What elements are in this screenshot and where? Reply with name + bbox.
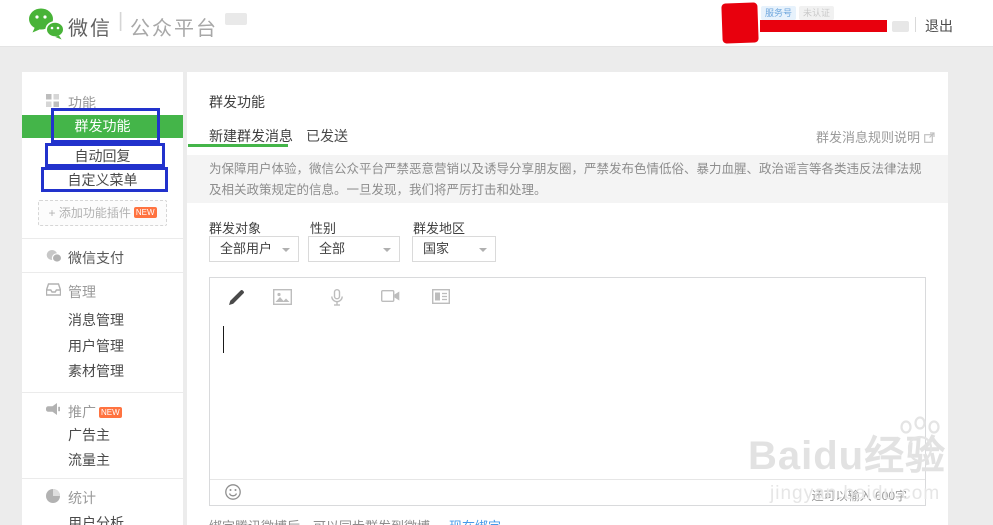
brand-title: 微信 <box>68 18 112 40</box>
region-select[interactable]: 国家 <box>412 236 496 262</box>
sidebar-divider <box>22 392 183 393</box>
account-mini-badge <box>892 21 909 32</box>
external-link-icon <box>924 132 935 143</box>
account-status-badge: 未认证 <box>799 6 835 20</box>
sidebar-item-material-manage[interactable]: 素材管理 <box>68 363 124 379</box>
rules-link[interactable]: 群发消息规则说明 <box>816 127 935 146</box>
sidebar-section-stats: 统计 <box>22 488 183 506</box>
chevron-down-icon <box>479 248 487 252</box>
section-label: 统计 <box>68 490 96 506</box>
wechat-logo-icon <box>28 7 65 45</box>
voice-mic-icon[interactable] <box>331 288 343 311</box>
sidebar-item-message-manage[interactable]: 消息管理 <box>68 312 124 328</box>
sidebar-divider <box>22 478 183 479</box>
pie-chart-icon <box>46 489 60 506</box>
sidebar-item-custom-menu[interactable]: 自定义菜单 <box>22 169 183 192</box>
policy-notice: 为保障用户体验，微信公众平台严禁恶意营销以及诱导分享朋友圈，严禁发布色情低俗、暴… <box>187 155 948 203</box>
main-panel: 群发功能 新建群发消息 已发送 群发消息规则说明 为保障用户体验，微信公众平台严… <box>187 72 948 525</box>
brand-subtitle: 公众平台 <box>130 18 218 40</box>
field-label-audience: 群发对象 <box>209 221 262 236</box>
audience-select[interactable]: 全部用户 <box>209 236 299 262</box>
wechat-mp-screen: 微信 | 公众平台 服务号 未认证 退出 功能 群发功能 自动回复 自定义菜单 … <box>0 0 993 525</box>
char-counter: 还可以输入 600字 <box>811 489 907 503</box>
inbox-icon <box>45 283 62 299</box>
account-name-redacted <box>760 20 887 32</box>
wechat-pay-label: 微信支付 <box>68 250 124 266</box>
brand-badge <box>225 13 247 25</box>
account-avatar-redacted[interactable] <box>721 2 759 44</box>
tab-sent[interactable]: 已发送 <box>306 126 348 146</box>
sidebar-section-features: 功能 <box>22 93 183 111</box>
new-badge: NEW <box>99 407 122 418</box>
bind-now-link[interactable]: 现在绑定 <box>449 519 501 525</box>
gender-select[interactable]: 全部 <box>308 236 400 262</box>
field-label-region: 群发地区 <box>413 221 466 236</box>
brand-divider: | <box>118 10 124 32</box>
emoji-smiley-icon[interactable] <box>225 484 241 505</box>
page-title: 群发功能 <box>209 94 265 110</box>
sidebar-item-traffic-owner[interactable]: 流量主 <box>68 452 110 468</box>
sidebar-divider <box>22 238 183 239</box>
new-badge: NEW <box>133 207 157 218</box>
add-plugin-label: + 添加功能插件 <box>48 206 131 220</box>
grid-icon <box>46 94 59 110</box>
section-label: 功能 <box>68 95 96 111</box>
message-textarea[interactable] <box>210 314 925 478</box>
field-label-gender: 性别 <box>310 221 337 236</box>
image-icon[interactable] <box>272 288 293 310</box>
editor-footer-divider <box>210 479 925 480</box>
header-separator <box>915 17 916 32</box>
section-label: 推广 NEW <box>68 404 122 420</box>
top-header: 微信 | 公众平台 服务号 未认证 退出 <box>0 0 993 47</box>
tab-new-mass-message[interactable]: 新建群发消息 <box>209 126 293 146</box>
account-type-badge: 服务号 <box>761 6 797 20</box>
sidebar-section-promote: 推广 NEW <box>22 402 183 420</box>
section-label: 管理 <box>68 284 96 300</box>
video-camera-icon[interactable] <box>380 289 400 308</box>
text-pencil-icon[interactable] <box>228 289 245 311</box>
chevron-down-icon <box>383 248 391 252</box>
article-card-icon[interactable] <box>431 288 451 309</box>
sidebar-item-mass-message[interactable]: 群发功能 <box>22 115 183 138</box>
text-caret <box>223 326 224 353</box>
sidebar-item-user-analysis[interactable]: 用户分析 <box>68 515 124 525</box>
sidebar-item-wechat-pay[interactable]: 微信支付 <box>22 248 183 266</box>
logout-button[interactable]: 退出 <box>925 16 953 36</box>
add-plugin-button[interactable]: + 添加功能插件 NEW <box>38 200 167 226</box>
coins-icon <box>46 249 63 266</box>
active-tab-underline <box>188 144 288 147</box>
sidebar-divider <box>22 272 183 273</box>
sidebar-item-user-manage[interactable]: 用户管理 <box>68 338 124 354</box>
weibo-bind-note: 绑定腾讯微博后，可以同步群发到微博。现在绑定 <box>209 516 501 525</box>
chevron-down-icon <box>282 248 290 252</box>
megaphone-icon <box>46 403 61 419</box>
sidebar-item-advertiser[interactable]: 广告主 <box>68 427 110 443</box>
sidebar-section-manage: 管理 <box>22 282 183 300</box>
message-editor: 还可以输入 600字 <box>209 277 926 506</box>
sidebar: 功能 群发功能 自动回复 自定义菜单 + 添加功能插件 NEW 微信支付 管理 消… <box>22 72 183 525</box>
sidebar-item-auto-reply[interactable]: 自动回复 <box>22 145 183 168</box>
